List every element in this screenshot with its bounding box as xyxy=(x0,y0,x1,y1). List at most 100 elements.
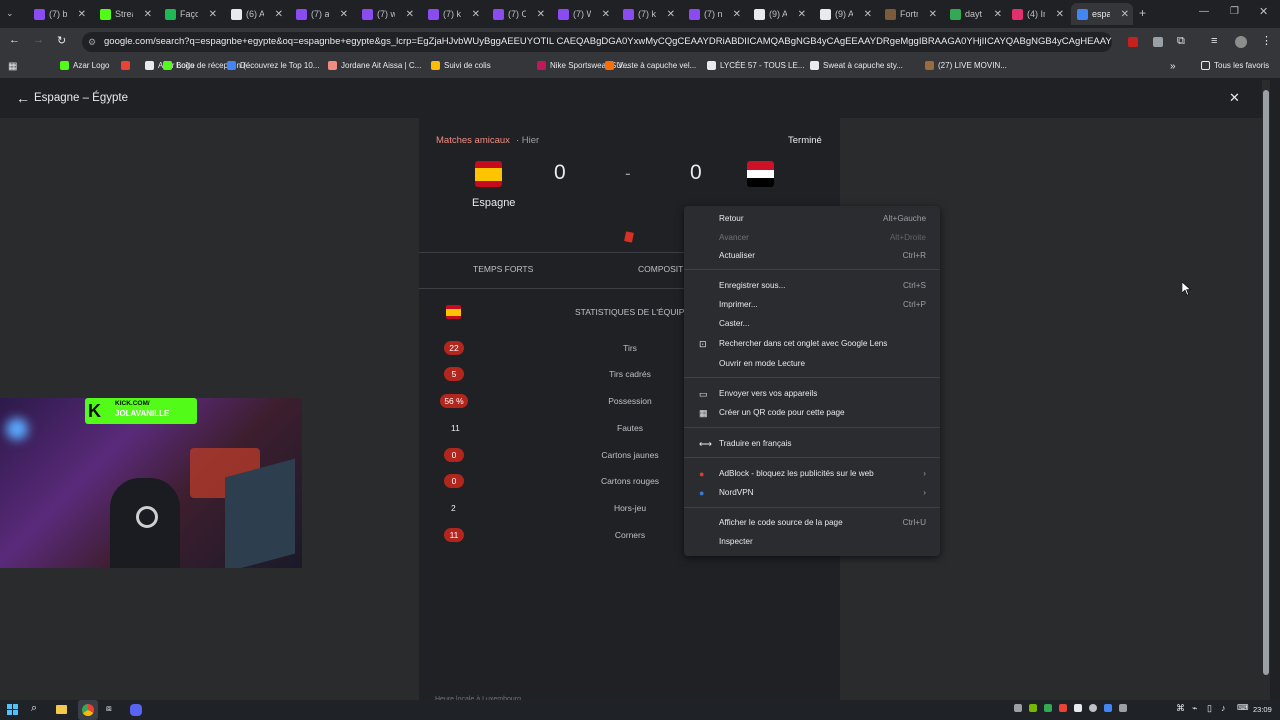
bookmark-item[interactable]: Veste à capuche vel... xyxy=(605,61,696,70)
browser-tab[interactable]: (6) A ✕ xyxy=(225,3,287,25)
tab-search-icon[interactable]: ⌄ xyxy=(6,8,14,19)
tab-lineups[interactable]: COMPOSITI xyxy=(638,264,686,274)
browser-tab[interactable]: (7) ai ✕ xyxy=(290,3,352,25)
usb-icon[interactable]: ⌁ xyxy=(1192,703,1197,714)
bookmark-item[interactable]: LYCÉE 57 - TOUS LE... xyxy=(707,61,804,70)
network-icon[interactable]: ⌘ xyxy=(1176,703,1185,714)
all-bookmarks-folder[interactable]: Tous les favoris xyxy=(1201,61,1269,70)
browser-tab[interactable]: (4) In ✕ xyxy=(1006,3,1068,25)
tray-icon[interactable] xyxy=(1014,704,1022,712)
nvidia-icon[interactable] xyxy=(1029,704,1037,712)
browser-tab[interactable]: (9) A ✕ xyxy=(814,3,876,25)
clock[interactable]: 23:09 xyxy=(1253,705,1272,714)
extensions-puzzle-icon[interactable]: ⧉ xyxy=(1177,35,1185,48)
keyboard-icon[interactable]: ⌨ xyxy=(1237,703,1249,712)
back-icon[interactable]: ← xyxy=(9,34,20,46)
tab-close-icon[interactable]: ✕ xyxy=(78,9,86,20)
tab-highlights[interactable]: TEMPS FORTS xyxy=(473,264,533,274)
context-menu-item[interactable]: Imprimer... Ctrl+P xyxy=(684,297,940,313)
context-menu-item[interactable]: Inspecter xyxy=(684,534,940,550)
extension-adblock-icon[interactable] xyxy=(1128,37,1138,47)
more-bookmarks-icon[interactable]: » xyxy=(1170,61,1176,72)
tab-close-icon[interactable]: ✕ xyxy=(929,9,937,20)
window-close-icon[interactable]: ✕ xyxy=(1259,5,1268,18)
search-icon[interactable]: ⌕ xyxy=(31,702,37,715)
browser-tab[interactable]: (9) A ✕ xyxy=(748,3,810,25)
context-menu-item[interactable]: ⟷ Traduire en français xyxy=(684,436,940,452)
url-text[interactable]: google.com/search?q=espagnbe+egypte&oq=e… xyxy=(104,36,1112,47)
browser-tab[interactable]: espa ✕ xyxy=(1071,3,1133,25)
extension-icon[interactable] xyxy=(1153,37,1163,47)
context-menu-item[interactable]: Ouvrir en mode Lecture xyxy=(684,356,940,372)
bookmark-item[interactable] xyxy=(121,61,134,70)
tab-close-icon[interactable]: ✕ xyxy=(209,9,217,20)
scrollbar-thumb[interactable] xyxy=(1263,90,1269,675)
browser-tab[interactable]: Strea ✕ xyxy=(94,3,156,25)
context-menu-item[interactable]: Retour Alt+Gauche xyxy=(684,211,940,227)
tab-close-icon[interactable]: ✕ xyxy=(1121,9,1129,20)
tab-close-icon[interactable]: ✕ xyxy=(406,9,414,20)
capture-app-icon[interactable]: ⧈ xyxy=(106,703,112,714)
browser-tab[interactable]: (7) ki ✕ xyxy=(422,3,484,25)
context-menu-item[interactable]: Actualiser Ctrl+R xyxy=(684,248,940,264)
context-menu-item[interactable]: Enregistrer sous... Ctrl+S xyxy=(684,278,940,294)
bookmark-item[interactable]: Suivi de colis xyxy=(431,61,491,70)
site-info-icon[interactable]: ⚙ xyxy=(88,32,96,52)
tray-icon[interactable] xyxy=(1044,704,1052,712)
menu-dots-icon[interactable]: ⋮ xyxy=(1261,34,1272,47)
tab-close-icon[interactable]: ✕ xyxy=(537,9,545,20)
apps-grid-icon[interactable]: ▦ xyxy=(8,61,17,72)
tab-close-icon[interactable]: ✕ xyxy=(340,9,348,20)
windows-start-icon[interactable] xyxy=(7,704,18,715)
bookmark-item[interactable]: Jordane Ait Aissa | C... xyxy=(328,61,421,70)
tray-icon[interactable] xyxy=(1119,704,1127,712)
tray-icon[interactable] xyxy=(1074,704,1082,712)
file-explorer-icon[interactable] xyxy=(56,705,67,714)
reload-icon[interactable]: ↻ xyxy=(57,34,66,47)
scrollbar[interactable] xyxy=(1262,80,1270,700)
tab-close-icon[interactable]: ✕ xyxy=(994,9,1002,20)
tray-icon[interactable] xyxy=(1059,704,1067,712)
browser-tab[interactable]: (7) ki ✕ xyxy=(617,3,679,25)
tab-close-icon[interactable]: ✕ xyxy=(733,9,741,20)
discord-icon[interactable] xyxy=(130,704,142,716)
bookmark-item[interactable]: Découvrez le Top 10... xyxy=(227,61,319,70)
browser-tab[interactable]: (7) C ✕ xyxy=(487,3,549,25)
context-menu-item[interactable]: ● NordVPN › xyxy=(684,485,940,501)
browser-tab[interactable]: (7) w ✕ xyxy=(356,3,418,25)
browser-tab[interactable]: dayt ✕ xyxy=(944,3,1006,25)
tray-icon[interactable] xyxy=(1089,704,1097,712)
bookmark-item[interactable]: (27) LIVE MOVIN... xyxy=(925,61,1007,70)
profile-avatar[interactable] xyxy=(1235,36,1247,48)
tab-close-icon[interactable]: ✕ xyxy=(864,9,872,20)
tab-close-icon[interactable]: ✕ xyxy=(144,9,152,20)
reading-list-icon[interactable]: ≡ xyxy=(1211,35,1217,47)
bluetooth-icon[interactable] xyxy=(1104,704,1112,712)
context-menu-item[interactable]: Afficher le code source de la page Ctrl+U xyxy=(684,515,940,531)
context-menu-item[interactable]: ● AdBlock - bloquez les publicités sur le… xyxy=(684,466,940,482)
address-bar[interactable]: ⚙ google.com/search?q=espagnbe+egypte&oq… xyxy=(82,32,1112,52)
bookmark-item[interactable]: Azar Logo xyxy=(60,61,109,70)
competition-label[interactable]: Matches amicaux xyxy=(436,135,510,146)
tab-close-icon[interactable]: ✕ xyxy=(667,9,675,20)
browser-tab[interactable]: Fortn ✕ xyxy=(879,3,941,25)
minimize-icon[interactable]: — xyxy=(1199,6,1209,17)
context-menu-item[interactable]: ⊡ Rechercher dans cet onglet avec Google … xyxy=(684,336,940,352)
close-icon[interactable]: ✕ xyxy=(1229,90,1240,106)
battery-icon[interactable]: ▯ xyxy=(1207,703,1212,714)
forward-icon[interactable]: → xyxy=(33,34,44,46)
new-tab-icon[interactable]: + xyxy=(1139,6,1146,20)
browser-tab[interactable]: (7) W ✕ xyxy=(552,3,614,25)
context-menu-item[interactable]: ▭ Envoyer vers vos appareils xyxy=(684,386,940,402)
tab-close-icon[interactable]: ✕ xyxy=(798,9,806,20)
tab-close-icon[interactable]: ✕ xyxy=(602,9,610,20)
taskbar-chrome-active[interactable] xyxy=(78,700,98,720)
arrow-left-icon[interactable]: ← xyxy=(16,90,30,106)
restore-icon[interactable]: ❐ xyxy=(1230,6,1239,17)
bookmark-item[interactable]: Sweat à capuche sty... xyxy=(810,61,903,70)
context-menu-item[interactable]: Caster... xyxy=(684,316,940,332)
context-menu-item[interactable]: ▦ Créer un QR code pour cette page xyxy=(684,405,940,421)
browser-tab[interactable]: (7) b ✕ xyxy=(28,3,90,25)
tab-close-icon[interactable]: ✕ xyxy=(1056,9,1064,20)
volume-icon[interactable]: ♪ xyxy=(1221,703,1226,713)
